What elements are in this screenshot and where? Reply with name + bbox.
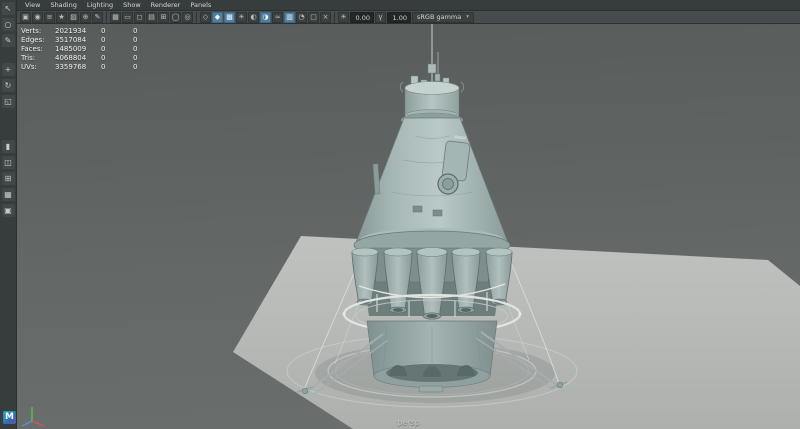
hud-col2: 0 (133, 45, 165, 54)
scale-tool-icon[interactable]: ◱ (2, 95, 15, 108)
hud-label: UVs: (21, 63, 55, 72)
layout-four-pane-icon[interactable]: ◫ (2, 156, 15, 169)
hud-col1: 0 (101, 45, 133, 54)
hud-col1: 0 (101, 54, 133, 63)
xray-icon[interactable]: × (320, 12, 331, 23)
lasso-tool-icon[interactable]: ○ (2, 18, 15, 31)
exposure-icon[interactable]: ☀ (338, 12, 349, 23)
lock-camera-icon[interactable]: ◉ (32, 12, 43, 23)
base-skirt (367, 321, 497, 392)
pan-zoom-icon[interactable]: ⊕ (80, 12, 91, 23)
isolate-select-icon[interactable]: ▢ (308, 12, 319, 23)
camera-label: persp (397, 418, 420, 427)
rocket-body (354, 118, 510, 259)
tool-box: ↖ ○ ✎ + ↻ ◱ ▮ ◫ ⊞ ▦ ▣ (0, 0, 17, 429)
hud-label: Edges: (21, 36, 55, 45)
menu-shading[interactable]: Shading (45, 0, 81, 11)
motion-blur-icon[interactable]: ≈ (272, 12, 283, 23)
gamma-icon[interactable]: γ (375, 12, 386, 23)
shaded-icon[interactable]: ◆ (212, 12, 223, 23)
layout-single-pane-icon[interactable]: ▮ (2, 140, 15, 153)
field-chart-icon[interactable]: ⊞ (158, 12, 169, 23)
textured-icon[interactable]: ▩ (224, 12, 235, 23)
hud-label: Tris: (21, 54, 55, 63)
engine-cluster (352, 248, 512, 320)
toolbar-separator (196, 12, 197, 23)
paint-select-tool-icon[interactable]: ✎ (2, 34, 15, 47)
hud-total: 4068804 (55, 54, 101, 63)
gamma-field[interactable]: 1.00 (387, 12, 411, 23)
panel-toolbar: ▣ ◉ ≡ ★ ▨ ⊕ ✎ ▦ ▭ ◻ ▤ ⊞ ◯ ◎ ◇ ◆ ▩ ☀ ◐ ◑ … (17, 11, 800, 24)
maya-logo: M (3, 411, 16, 424)
select-camera-icon[interactable]: ▣ (20, 12, 31, 23)
layout-outliner-icon[interactable]: ▦ (2, 188, 15, 201)
gate-mask-icon[interactable]: ▤ (146, 12, 157, 23)
image-plane-icon[interactable]: ▨ (68, 12, 79, 23)
menu-view[interactable]: View (20, 0, 45, 11)
hud-col1: 0 (101, 36, 133, 45)
grid-icon[interactable]: ▦ (110, 12, 121, 23)
antenna (428, 24, 440, 86)
multisample-icon[interactable]: ▥ (284, 12, 295, 23)
grease-pencil-icon[interactable]: ✎ (92, 12, 103, 23)
menu-panels[interactable]: Panels (185, 0, 216, 11)
layout-split-pane-icon[interactable]: ⊞ (2, 172, 15, 185)
camera-attributes-icon[interactable]: ≡ (44, 12, 55, 23)
exposure-field[interactable]: 0.00 (350, 12, 374, 23)
safe-title-icon[interactable]: ◎ (182, 12, 193, 23)
hud-col2: 0 (133, 27, 165, 36)
viewport-canvas[interactable] (17, 24, 800, 429)
move-tool-icon[interactable]: + (2, 63, 15, 76)
rotate-tool-icon[interactable]: ↻ (2, 79, 15, 92)
film-gate-icon[interactable]: ▭ (122, 12, 133, 23)
hud-total: 1485009 (55, 45, 101, 54)
menu-lighting[interactable]: Lighting (82, 0, 118, 11)
toolbar-separator (334, 12, 335, 23)
hud-total: 3359768 (55, 63, 101, 72)
hud-total: 3517084 (55, 36, 101, 45)
chevron-down-icon: ▾ (466, 12, 469, 23)
maya-window: ↖ ○ ✎ + ↻ ◱ ▮ ◫ ⊞ ▦ ▣ View Shading Light… (0, 0, 800, 429)
hud-label: Faces: (21, 45, 55, 54)
menu-show[interactable]: Show (118, 0, 146, 11)
hud-col1: 0 (101, 63, 133, 72)
panel-menubar: View Shading Lighting Show Renderer Pane… (17, 0, 800, 11)
poly-count-hud: Verts: 2021934 0 0 Edges: 3517084 0 0 Fa… (21, 27, 165, 72)
toolbar-separator (106, 12, 107, 23)
hud-col1: 0 (101, 27, 133, 36)
menu-renderer[interactable]: Renderer (146, 0, 186, 11)
layout-hypershade-icon[interactable]: ▣ (2, 204, 15, 217)
screen-space-ao-icon[interactable]: ◑ (260, 12, 271, 23)
wireframe-icon[interactable]: ◇ (200, 12, 211, 23)
axis-gizmo-icon (19, 403, 47, 429)
safe-action-icon[interactable]: ◯ (170, 12, 181, 23)
resolution-gate-icon[interactable]: ◻ (134, 12, 145, 23)
view-transform-select[interactable]: sRGB gamma ▾ (412, 12, 474, 23)
view-transform-value: sRGB gamma (417, 12, 461, 23)
depth-of-field-icon[interactable]: ◔ (296, 12, 307, 23)
viewport-persp[interactable]: Verts: 2021934 0 0 Edges: 3517084 0 0 Fa… (17, 24, 800, 429)
lights-icon[interactable]: ☀ (236, 12, 247, 23)
hud-total: 2021934 (55, 27, 101, 36)
bookmarks-icon[interactable]: ★ (56, 12, 67, 23)
hud-col2: 0 (133, 63, 165, 72)
hud-col2: 0 (133, 54, 165, 63)
select-tool-icon[interactable]: ↖ (2, 2, 15, 15)
hud-label: Verts: (21, 27, 55, 36)
shadows-icon[interactable]: ◐ (248, 12, 259, 23)
hud-col2: 0 (133, 36, 165, 45)
